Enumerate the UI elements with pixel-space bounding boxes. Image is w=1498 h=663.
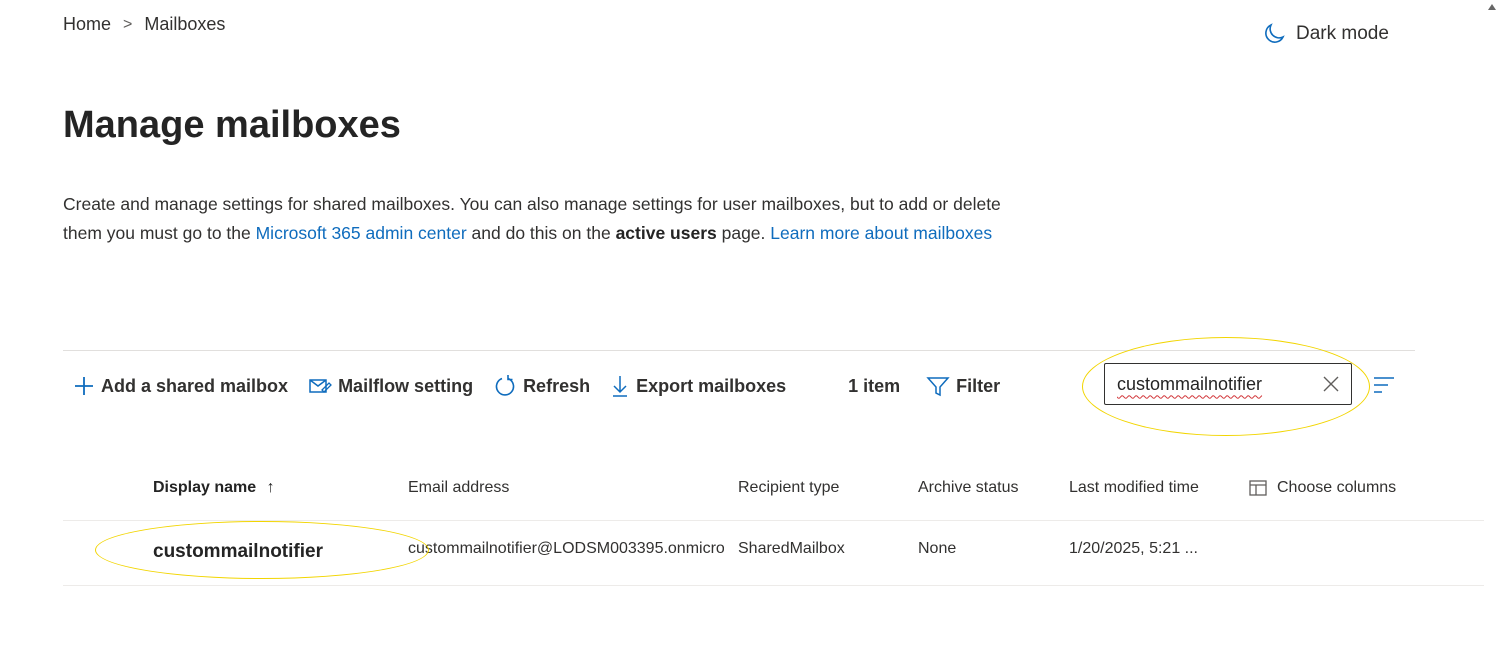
search-input[interactable]: custommailnotifier [1104, 363, 1352, 405]
clear-search-icon[interactable] [1311, 375, 1351, 393]
column-header-display-name[interactable]: Display name ↑ [153, 479, 275, 497]
page-description: Create and manage settings for shared ma… [63, 190, 1023, 248]
refresh-label: Refresh [523, 375, 591, 396]
column-header-last-modified[interactable]: Last modified time [1069, 479, 1199, 497]
item-count: 1 item [848, 375, 901, 396]
dark-mode-toggle[interactable]: Dark mode [1262, 22, 1389, 46]
breadcrumb-separator: > [123, 15, 133, 33]
description-text-2: and do this on the [466, 223, 616, 243]
mail-settings-icon [309, 379, 332, 393]
table-row-divider [63, 520, 1484, 521]
command-bar: Add a shared mailbox Mailflow setting Re… [63, 368, 1010, 404]
learn-more-link[interactable]: Learn more about mailboxes [770, 223, 992, 243]
plus-icon [75, 377, 93, 395]
export-mailboxes-button[interactable]: Export mailboxes [600, 374, 796, 398]
search-input-value[interactable]: custommailnotifier [1117, 374, 1311, 395]
refresh-icon [495, 375, 515, 396]
page-title: Manage mailboxes [63, 104, 401, 146]
choose-columns-button[interactable]: Choose columns [1248, 479, 1396, 497]
column-header-archive-status[interactable]: Archive status [918, 479, 1018, 497]
filter-button[interactable]: Filter [916, 375, 1010, 397]
column-header-recipient-type[interactable]: Recipient type [738, 479, 839, 497]
admin-center-link[interactable]: Microsoft 365 admin center [256, 223, 467, 243]
cell-recipient-type: SharedMailbox [738, 540, 845, 557]
choose-columns-icon [1249, 480, 1267, 496]
choose-columns-label: Choose columns [1277, 479, 1397, 496]
filter-label: Filter [956, 375, 1001, 396]
scroll-up-icon[interactable] [1488, 4, 1496, 10]
add-shared-mailbox-button[interactable]: Add a shared mailbox [63, 375, 298, 397]
column-header-email[interactable]: Email address [408, 479, 509, 497]
dark-mode-label: Dark mode [1296, 23, 1389, 44]
mailflow-setting-label: Mailflow setting [338, 375, 474, 396]
sort-ascending-icon: ↑ [266, 479, 275, 496]
breadcrumb-home[interactable]: Home [63, 14, 111, 35]
sort-options-icon[interactable] [1372, 374, 1396, 401]
active-users-text: active users [615, 223, 717, 243]
breadcrumb: Home > Mailboxes [63, 14, 225, 35]
display-name-header-label: Display name [153, 479, 257, 496]
cell-archive-status: None [918, 540, 957, 557]
export-mailboxes-label: Export mailboxes [636, 375, 787, 396]
cell-display-name[interactable]: custommailnotifier [153, 541, 323, 563]
cell-email: custommailnotifier@LODSM003395.onmicroso… [408, 540, 724, 557]
breadcrumb-current: Mailboxes [144, 14, 226, 34]
toolbar-divider [63, 350, 1415, 351]
moon-icon [1265, 23, 1285, 43]
description-text-3: page. [716, 223, 771, 243]
add-shared-mailbox-label: Add a shared mailbox [101, 375, 289, 396]
refresh-button[interactable]: Refresh [483, 374, 600, 398]
download-icon [613, 376, 628, 397]
filter-icon [926, 377, 950, 397]
mailflow-setting-button[interactable]: Mailflow setting [298, 375, 483, 397]
cell-last-modified: 1/20/2025, 5:21 ... [1069, 540, 1198, 557]
table-row-divider-bottom [63, 585, 1484, 586]
